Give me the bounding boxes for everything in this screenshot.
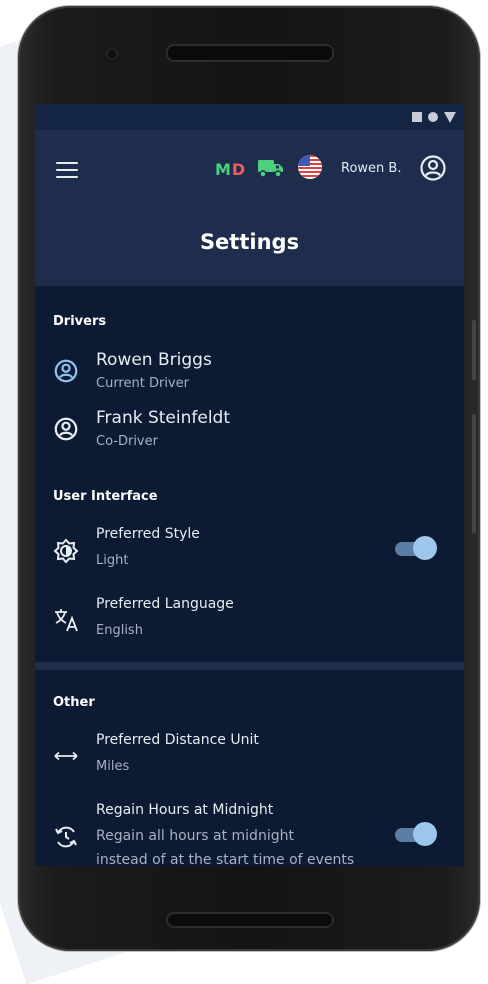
- style-toggle[interactable]: [395, 536, 439, 560]
- truck-icon: [258, 160, 283, 178]
- driver-name-current: Rowen Briggs: [96, 350, 212, 370]
- us-flag-icon[interactable]: [297, 154, 323, 180]
- front-camera: [106, 48, 118, 60]
- setting-label-style: Preferred Style: [96, 526, 200, 542]
- bottom-speaker: [166, 912, 334, 928]
- power-button: [472, 414, 476, 534]
- page-title: Settings: [199, 230, 300, 254]
- regain-toggle[interactable]: [395, 822, 439, 846]
- menu-icon[interactable]: [56, 162, 78, 178]
- setting-label-distance: Preferred Distance Unit: [96, 732, 259, 748]
- volume-button: [472, 320, 476, 380]
- section-drivers-title: Drivers: [53, 314, 107, 329]
- account-circle-icon: [54, 359, 78, 383]
- badge-letter-d: D: [231, 160, 247, 179]
- driver-row-current[interactable]: Rowen Briggs Current Driver: [35, 346, 464, 398]
- setting-row-language[interactable]: Preferred Language English: [35, 592, 464, 648]
- toggle-knob: [413, 536, 437, 560]
- toggle-knob: [413, 822, 437, 846]
- setting-desc-regain-line2: instead of at the start time of events: [96, 852, 355, 866]
- setting-value-language: English: [96, 623, 143, 638]
- setting-value-style: Light: [96, 553, 129, 568]
- badge-letter-m: M: [215, 160, 232, 179]
- driver-role-co: Co-Driver: [96, 434, 158, 449]
- account-circle-icon[interactable]: [419, 154, 447, 182]
- screen: MD Rowen B. Settings Drivers Rowen Brigg…: [35, 104, 464, 866]
- setting-row-style[interactable]: Preferred Style Light: [35, 522, 464, 578]
- setting-value-distance: Miles: [96, 759, 130, 774]
- setting-row-distance[interactable]: Preferred Distance Unit Miles: [35, 728, 464, 784]
- status-triangle-icon: [444, 111, 456, 123]
- status-bar: [35, 104, 464, 130]
- account-circle-icon: [54, 417, 78, 441]
- driver-row-co[interactable]: Frank Steinfeldt Co-Driver: [35, 404, 464, 456]
- translate-icon: [55, 609, 78, 632]
- setting-row-regain[interactable]: Regain Hours at Midnight Regain all hour…: [35, 798, 464, 866]
- section-other-title: Other: [53, 695, 95, 710]
- driver-role-current: Current Driver: [96, 376, 189, 391]
- app-bar: MD Rowen B. Settings: [35, 130, 464, 286]
- setting-desc-regain-line1: Regain all hours at midnight: [96, 828, 294, 844]
- status-badge: MD: [215, 160, 246, 179]
- phone-frame: MD Rowen B. Settings Drivers Rowen Brigg…: [18, 6, 480, 951]
- status-square-icon: [412, 112, 422, 122]
- status-circle-icon: [428, 112, 438, 122]
- brightness-icon: [53, 538, 79, 564]
- section-ui-title: User Interface: [53, 489, 158, 504]
- rotate-clock-icon: [55, 826, 77, 848]
- setting-label-regain: Regain Hours at Midnight: [96, 802, 274, 818]
- driver-name-co: Frank Steinfeldt: [96, 408, 231, 428]
- user-name[interactable]: Rowen B.: [341, 161, 401, 176]
- arrows-horizontal-icon: [54, 751, 78, 761]
- earpiece-speaker: [166, 44, 334, 62]
- setting-label-language: Preferred Language: [96, 596, 234, 612]
- section-divider: [35, 662, 464, 670]
